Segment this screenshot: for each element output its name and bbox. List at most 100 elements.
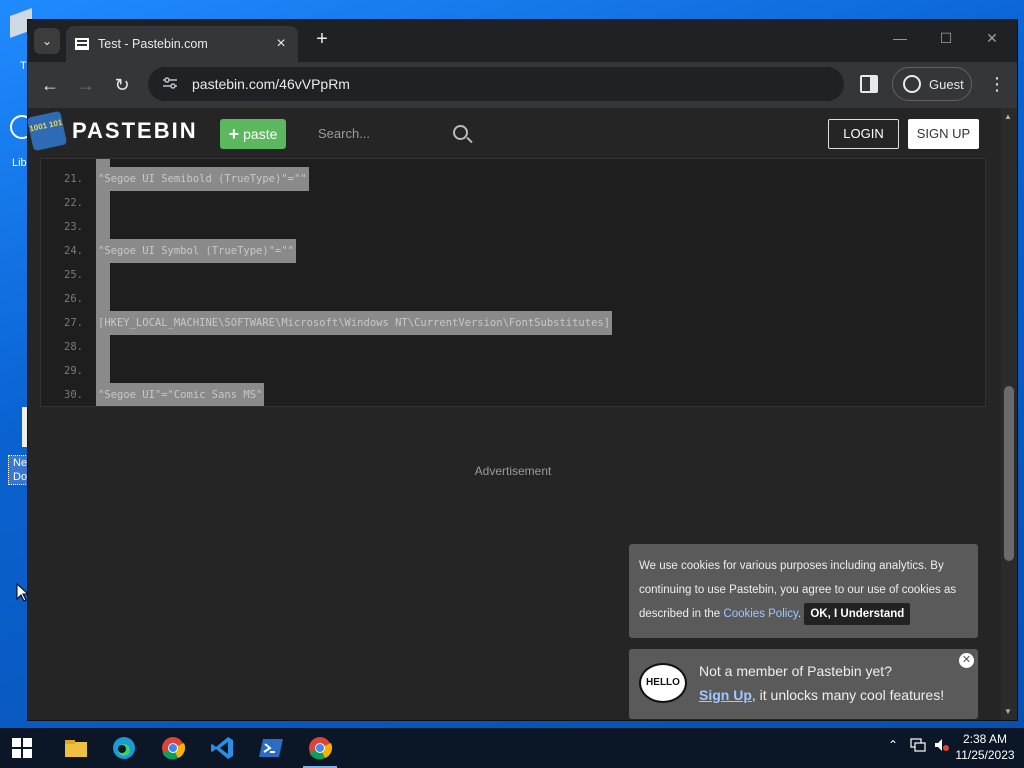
desktop-file-label[interactable]: Ne Do — [8, 455, 30, 485]
cookie-accept-button[interactable]: OK, I Understand — [804, 603, 911, 625]
signup-promo-rest: , it unlocks many cool features! — [751, 687, 945, 703]
line-number: 22. — [64, 197, 83, 209]
browser-menu-icon[interactable]: ⋮ — [988, 74, 1006, 94]
search-placeholder: Search... — [318, 126, 371, 141]
pastebin-logo-text: PASTEBIN — [72, 118, 198, 143]
pastebin-favicon-icon — [74, 36, 90, 52]
line-code — [96, 287, 110, 311]
signup-promo-line1: Not a member of Pastebin yet? — [699, 663, 892, 679]
profile-button[interactable]: Guest — [892, 67, 972, 101]
code-viewer[interactable]: 21. "Segoe UI Semibold (TrueType)"="" 22. 2… — [40, 158, 986, 407]
profile-label: Guest — [929, 76, 964, 92]
powershell-icon[interactable] — [257, 734, 285, 762]
browser-toolbar: ← → ↻ pastebin.com/46vVPpRm Guest ⋮ — [28, 62, 1017, 108]
tab-strip: ⌄ Test - Pastebin.com × + — ☐ ✕ — [28, 20, 1017, 62]
address-url: pastebin.com/46vVPpRm — [192, 76, 350, 92]
edge-icon[interactable] — [110, 734, 138, 762]
new-paste-label: paste — [243, 126, 278, 142]
search-input[interactable]: Search... — [310, 120, 470, 148]
scrollbar-thumb[interactable] — [1004, 386, 1014, 561]
chrome-icon[interactable] — [159, 734, 187, 762]
search-icon[interactable] — [453, 125, 468, 140]
site-info-icon[interactable] — [162, 76, 178, 93]
tab-search-button[interactable]: ⌄ — [34, 28, 60, 54]
network-icon[interactable] — [910, 738, 926, 755]
signup-link[interactable]: Sign Up — [699, 687, 752, 703]
pastebin-header: 1001 101 PASTEBIN + paste Search... LOGI… — [28, 108, 1017, 158]
code-line: 29. — [41, 359, 985, 383]
vscode-icon[interactable] — [208, 734, 236, 762]
line-number: 21. — [64, 173, 83, 185]
line-number: 25. — [64, 269, 83, 281]
address-bar[interactable]: pastebin.com/46vVPpRm — [148, 67, 844, 101]
line-number: 24. — [64, 245, 83, 257]
taskbar: ⌃ 2:38 AM 11/25/2023 — [0, 728, 1024, 768]
start-windows-icon[interactable] — [12, 738, 32, 758]
tab-active[interactable]: Test - Pastebin.com × — [66, 26, 298, 62]
volume-muted-icon[interactable] — [934, 738, 950, 755]
page-scrollbar[interactable]: ▲ ▼ — [1001, 108, 1017, 720]
cookies-policy-link[interactable]: Cookies Policy — [723, 608, 798, 620]
pastebin-logo[interactable]: 1001 101 PASTEBIN — [28, 110, 198, 152]
line-number: 28. — [64, 341, 83, 353]
tab-close-icon[interactable]: × — [272, 35, 290, 53]
code-line: 28. — [41, 335, 985, 359]
line-code — [96, 191, 110, 215]
close-icon[interactable]: ✕ — [959, 653, 974, 668]
code-line: 23. — [41, 215, 985, 239]
line-number: 29. — [64, 365, 83, 377]
line-number: 23. — [64, 221, 83, 233]
tray-chevron-icon[interactable]: ⌃ — [888, 738, 898, 752]
minimize-button[interactable]: — — [890, 30, 910, 46]
signup-promo-line2: Sign Up, it unlocks many cool features! — [699, 683, 944, 707]
line-number: 27. — [64, 317, 83, 329]
window-close-button[interactable]: ✕ — [982, 30, 1002, 47]
line-code: "Segoe UI Semibold (TrueType)"="" — [96, 167, 309, 191]
new-tab-button[interactable]: + — [310, 28, 334, 52]
tab-title: Test - Pastebin.com — [98, 37, 208, 51]
new-paste-button[interactable]: + paste — [220, 119, 286, 149]
system-clock[interactable]: 2:38 AM 11/25/2023 — [950, 731, 1020, 763]
login-button[interactable]: LOGIN — [828, 119, 899, 149]
profile-icon — [903, 75, 921, 93]
back-button[interactable]: ← — [39, 74, 61, 96]
page-viewport: 1001 101 PASTEBIN + paste Search... LOGI… — [28, 108, 1017, 720]
browser-window: ⌄ Test - Pastebin.com × + — ☐ ✕ ← → ↻ pa… — [28, 20, 1017, 720]
chrome-icon[interactable] — [306, 734, 334, 762]
line-code: [HKEY_LOCAL_MACHINE\SOFTWARE\Microsoft\W… — [96, 311, 613, 335]
line-number: 26. — [64, 293, 83, 305]
advertisement-label: Advertisement — [474, 464, 552, 478]
scroll-up-arrow-icon[interactable]: ▲ — [1004, 112, 1012, 121]
reload-button[interactable]: ↻ — [111, 74, 133, 96]
line-code — [96, 359, 110, 383]
side-panel-icon[interactable] — [860, 75, 878, 93]
forward-button[interactable]: → — [75, 74, 97, 96]
code-line: 25. — [41, 263, 985, 287]
code-line: 26. — [41, 287, 985, 311]
plus-icon: + — [228, 123, 240, 144]
code-line: 24. "Segoe UI Symbol (TrueType)"="" — [41, 239, 985, 263]
line-number: 30. — [64, 389, 83, 401]
code-line: 27. [HKEY_LOCAL_MACHINE\SOFTWARE\Microsof… — [41, 311, 985, 335]
line-code — [96, 335, 110, 359]
line-code — [96, 215, 110, 239]
code-line: 22. — [41, 191, 985, 215]
line-code: "Segoe UI"="Comic Sans MS" — [96, 383, 265, 406]
signup-button[interactable]: SIGN UP — [908, 119, 979, 149]
code-line: 21. "Segoe UI Semibold (TrueType)"="" — [41, 167, 985, 191]
desktop-file-label-line: Do — [13, 471, 28, 483]
clock-time: 2:38 AM — [962, 732, 1008, 746]
hello-speech-bubble-icon: HELLO — [639, 663, 687, 703]
pastebin-logo-icon: 1001 101 — [28, 110, 68, 152]
file-explorer-icon[interactable] — [62, 734, 90, 762]
line-code — [96, 263, 110, 287]
maximize-button[interactable]: ☐ — [936, 30, 956, 47]
signup-promo: HELLO Not a member of Pastebin yet? Sign… — [629, 649, 978, 719]
clock-date: 11/25/2023 — [955, 748, 1015, 762]
line-code: "Segoe UI Symbol (TrueType)"="" — [96, 239, 296, 263]
code-line: 30. "Segoe UI"="Comic Sans MS" — [41, 383, 985, 406]
cookie-banner: We use cookies for various purposes incl… — [629, 544, 978, 638]
desktop-file-label-line: Ne — [13, 457, 28, 469]
scroll-down-arrow-icon[interactable]: ▼ — [1004, 707, 1012, 716]
selection-highlight — [96, 159, 110, 167]
